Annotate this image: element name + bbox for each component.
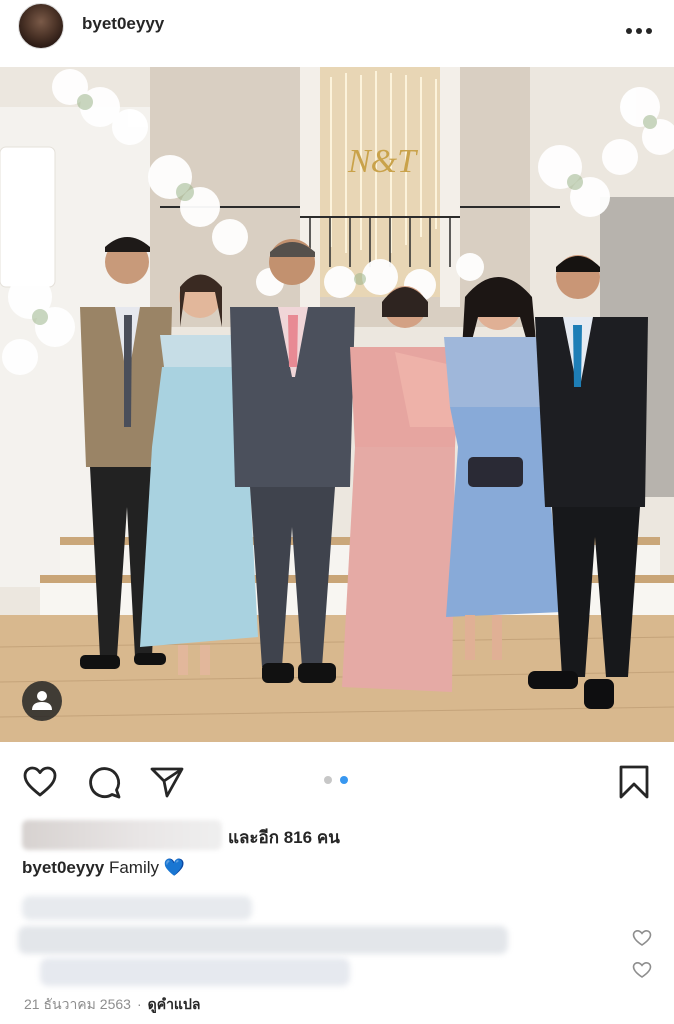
carousel-dot-1[interactable] (324, 776, 332, 784)
heart-small-outline-icon[interactable] (632, 929, 652, 947)
heart-outline-icon[interactable] (22, 764, 58, 800)
more-horizontal-icon[interactable] (624, 22, 654, 34)
action-bar (0, 750, 674, 810)
user-tag-icon[interactable] (22, 681, 62, 721)
blue-heart-emoji: 💙 (163, 858, 185, 878)
post-username[interactable]: byet0eyyy (82, 14, 164, 34)
profile-avatar[interactable] (18, 3, 64, 49)
post-date: 21 ธันวาคม 2563 (24, 996, 131, 1012)
heart-small-outline-icon[interactable] (632, 961, 652, 979)
send-icon[interactable] (149, 764, 185, 800)
caption-text: Family (108, 858, 160, 877)
post-header: byet0eyyy (0, 0, 674, 58)
blurred-comment-1 (18, 926, 508, 954)
see-translation-link[interactable]: ดูคำแปล (148, 996, 201, 1012)
bookmark-icon[interactable] (616, 764, 652, 800)
blurred-comment-2 (40, 958, 350, 986)
post-meta: 21 ธันวาคม 2563 · ดูคำแปล (24, 994, 200, 1016)
blurred-comment-header (22, 896, 252, 920)
caption-username[interactable]: byet0eyyy (22, 858, 104, 877)
carousel-dot-2[interactable] (340, 776, 348, 784)
likes-count[interactable]: และอีก 816 คน (228, 824, 340, 851)
comment-icon[interactable] (86, 764, 122, 800)
wedding-monogram: N&T (347, 143, 418, 180)
likes-row[interactable]: และอีก 816 คน (22, 818, 382, 852)
meta-separator: · (136, 996, 142, 1012)
post-caption: byet0eyyy Family 💙 (22, 858, 185, 878)
post-photo[interactable]: N&T (0, 67, 674, 742)
blurred-liker (22, 820, 222, 850)
